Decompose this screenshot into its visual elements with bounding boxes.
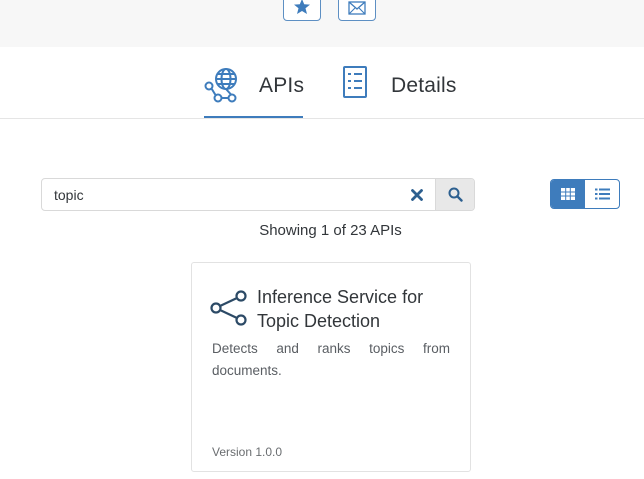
mail-button[interactable]	[338, 0, 376, 21]
list-view-button[interactable]	[585, 180, 619, 208]
document-list-icon	[343, 66, 367, 98]
list-view-icon	[594, 188, 610, 200]
grid-view-button[interactable]	[551, 180, 585, 208]
top-toolbar	[0, 0, 644, 47]
star-icon	[294, 0, 310, 14]
api-card-version: Version 1.0.0	[212, 445, 283, 459]
search-icon	[448, 187, 463, 202]
tab-details-label: Details	[391, 74, 457, 97]
tab-details[interactable]: Details	[342, 65, 457, 119]
view-toggle	[550, 179, 620, 209]
tab-apis-label: APIs	[259, 74, 305, 97]
envelope-icon	[348, 1, 366, 15]
clear-search-button[interactable]	[399, 179, 435, 210]
api-card[interactable]: Inference Service for Topic Detection De…	[191, 262, 471, 472]
search-bar	[41, 178, 475, 211]
globe-network-icon	[204, 68, 237, 103]
tabs-divider	[0, 118, 644, 119]
search-button[interactable]	[435, 179, 474, 210]
search-input[interactable]	[42, 179, 399, 210]
grid-view-icon	[561, 188, 575, 200]
favorite-button[interactable]	[283, 0, 321, 21]
share-icon	[210, 290, 247, 326]
api-card-title[interactable]: Inference Service for Topic Detection	[257, 285, 457, 333]
close-icon	[411, 188, 423, 201]
api-card-description: Detects and ranks topics from documents.	[212, 341, 450, 378]
tab-apis[interactable]: APIs	[204, 65, 304, 119]
results-summary: Showing 1 of 23 APIs	[259, 222, 402, 239]
